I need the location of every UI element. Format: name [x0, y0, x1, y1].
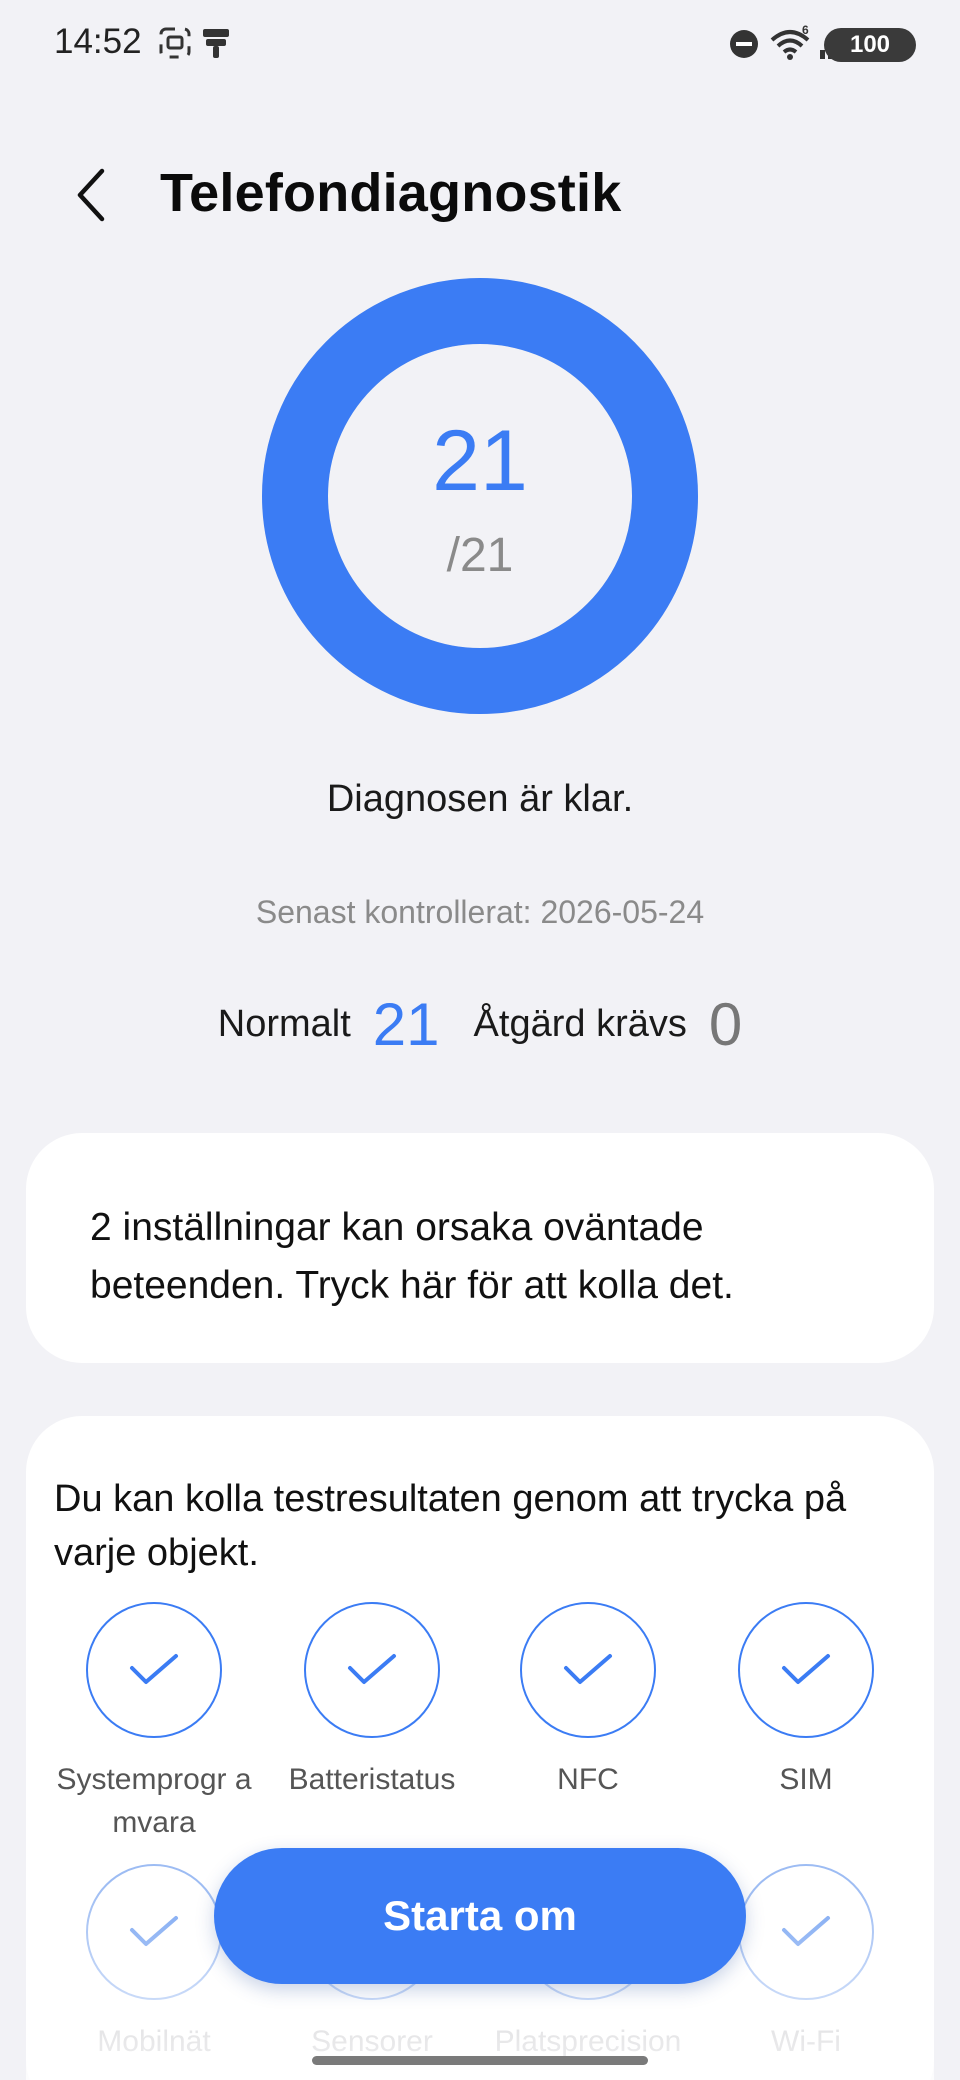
- score-total: /21: [446, 529, 514, 582]
- result-item-label: NFC: [557, 1763, 619, 1796]
- result-item-systemprogramvara[interactable]: Systemprogr amvara: [44, 1602, 264, 1844]
- normal-count: 21: [372, 991, 440, 1058]
- battery-badge: 100: [824, 28, 916, 62]
- result-item-nfc[interactable]: NFC: [478, 1602, 698, 1801]
- action-required-count: 0: [708, 991, 743, 1058]
- result-item-label: Wi-Fi: [771, 2025, 841, 2058]
- action-required-label: Åtgärd krävs: [473, 1003, 687, 1045]
- score-value: 21: [432, 413, 528, 509]
- page-title: Telefondiagnostik: [160, 163, 622, 223]
- back-button[interactable]: [62, 160, 122, 230]
- result-counts: Normalt 21 Åtgärd krävs 0: [0, 990, 960, 1059]
- diagnosis-status: Diagnosen är klar.: [326, 778, 634, 820]
- settings-warning-text: 2 inställningar kan orsaka oväntade bete…: [90, 1206, 734, 1307]
- restart-button[interactable]: Starta om: [214, 1848, 746, 1984]
- result-status-circle: [738, 1602, 874, 1738]
- check-icon: [130, 1916, 178, 1946]
- result-item-sim[interactable]: SIM: [696, 1602, 916, 1801]
- result-status-circle: [738, 1864, 874, 2000]
- last-checked: Senast kontrollerat: 2026-05-24: [255, 894, 705, 930]
- result-status-circle: [304, 1602, 440, 1738]
- result-item-label: Mobilnät: [97, 2025, 211, 2058]
- chevron-left-icon: [77, 168, 105, 222]
- result-item-label: Batteristatus: [288, 1763, 456, 1796]
- result-item-label: Systemprogr amvara: [56, 1763, 252, 1839]
- check-icon: [782, 1916, 830, 1946]
- screenshot-icon: [158, 26, 192, 65]
- result-status-circle: [520, 1602, 656, 1738]
- broom-icon: [200, 26, 232, 65]
- do-not-disturb-icon: [728, 28, 760, 65]
- normal-label: Normalt: [217, 1003, 351, 1045]
- status-bar: 14:52 6 100: [0, 0, 960, 90]
- wifi-badge: 6: [802, 24, 809, 37]
- check-icon: [564, 1654, 612, 1684]
- result-status-circle: [86, 1864, 222, 2000]
- status-time: 14:52: [54, 22, 142, 61]
- check-icon: [130, 1654, 178, 1684]
- result-status-circle: [86, 1602, 222, 1738]
- result-item-batteristatus[interactable]: Batteristatus: [262, 1602, 482, 1801]
- home-indicator[interactable]: [312, 2056, 648, 2065]
- settings-warning-card[interactable]: 2 inställningar kan orsaka oväntade bete…: [26, 1133, 934, 1363]
- check-icon: [348, 1654, 396, 1684]
- result-item-label: SIM: [779, 1763, 833, 1796]
- check-icon: [782, 1654, 830, 1684]
- wifi-icon: 6: [768, 23, 814, 67]
- results-intro-text: Du kan kolla testresultaten genom att tr…: [54, 1478, 847, 1574]
